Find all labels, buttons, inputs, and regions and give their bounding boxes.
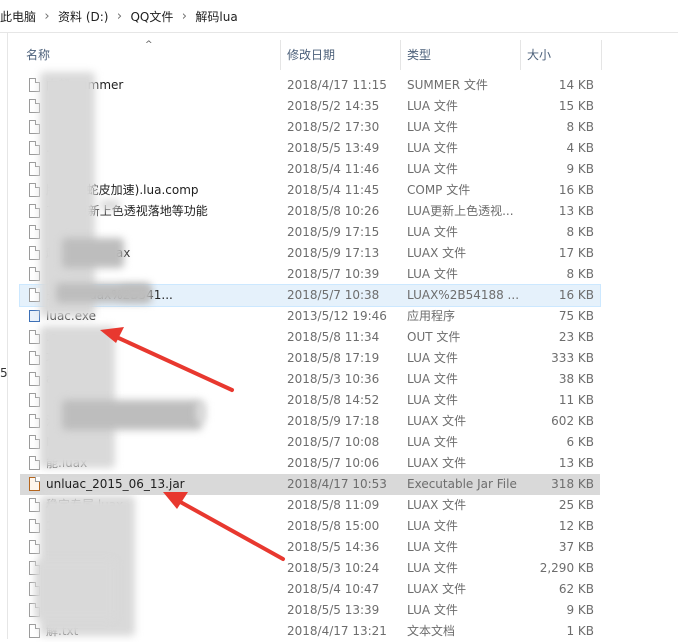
annotation-arrows [100,327,285,561]
annotation-arrow [163,492,285,561]
annotation-arrow [100,327,234,392]
